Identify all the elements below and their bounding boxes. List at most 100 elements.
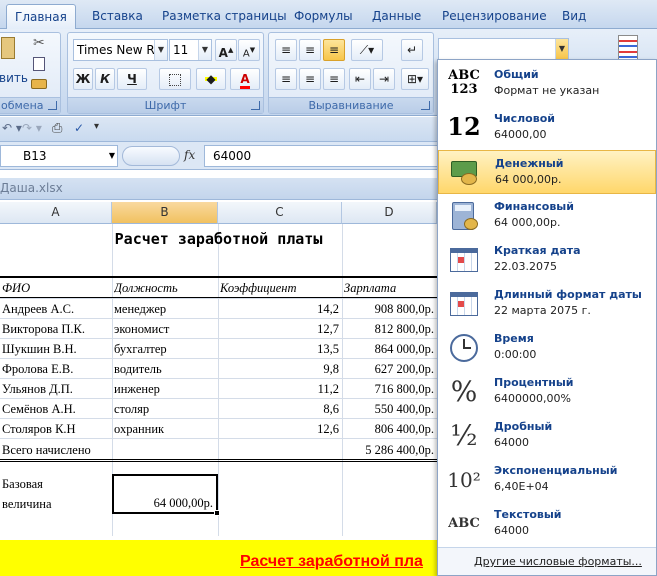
font-launcher-icon[interactable] bbox=[251, 101, 260, 110]
align-right-button[interactable]: ≡ bbox=[323, 68, 345, 90]
decrease-indent-button[interactable]: ⇤ bbox=[349, 68, 371, 90]
chevron-down-icon[interactable]: ▼ bbox=[198, 40, 211, 60]
cell-salary[interactable]: 812 800,0р. bbox=[342, 319, 437, 339]
format-item-accounting[interactable]: Финансовый 64 000,00р. bbox=[438, 194, 656, 238]
paste-icon[interactable] bbox=[1, 37, 15, 59]
base-label-line2[interactable]: величина bbox=[2, 494, 112, 514]
fill-color-button[interactable]: ◆ bbox=[196, 68, 226, 90]
cell-coefficient[interactable]: 13,5 bbox=[218, 339, 342, 359]
wrap-text-button[interactable]: ↵ bbox=[401, 39, 423, 61]
base-label-line1[interactable]: Базовая bbox=[2, 474, 112, 494]
tab-insert[interactable]: Вставка bbox=[90, 4, 145, 29]
align-bottom-button[interactable]: ≡ bbox=[323, 39, 345, 61]
align-left-button[interactable]: ≡ bbox=[275, 68, 297, 90]
cell-position[interactable]: столяр bbox=[114, 399, 218, 419]
format-item-currency[interactable]: Денежный 64 000,00р. bbox=[438, 150, 656, 194]
header-salary[interactable]: Зарплата bbox=[344, 278, 437, 298]
conditional-format-icon[interactable] bbox=[618, 35, 638, 61]
cell-coefficient[interactable]: 11,2 bbox=[218, 379, 342, 399]
format-item-text[interactable]: ABC Текстовый 64000 bbox=[438, 502, 656, 546]
column-header-b[interactable]: B bbox=[112, 202, 218, 224]
clipboard-launcher-icon[interactable] bbox=[48, 101, 57, 110]
name-box[interactable]: B13 ▼ bbox=[0, 145, 118, 167]
base-value[interactable]: 64 000,00р. bbox=[114, 493, 216, 513]
tab-review[interactable]: Рецензирование bbox=[440, 4, 549, 29]
format-item-long-date[interactable]: Длинный формат даты 22 марта 2075 г. bbox=[438, 282, 656, 326]
tab-formulas[interactable]: Формулы bbox=[292, 4, 355, 29]
cell-position[interactable]: экономист bbox=[114, 319, 218, 339]
increase-indent-button[interactable]: ⇥ bbox=[373, 68, 395, 90]
redo-icon[interactable]: ↷ ▾ bbox=[22, 121, 42, 135]
borders-button[interactable] bbox=[159, 68, 191, 90]
cell-salary[interactable]: 550 400,0р. bbox=[342, 399, 437, 419]
format-painter-icon[interactable] bbox=[31, 79, 47, 89]
align-center-button[interactable]: ≡ bbox=[299, 68, 321, 90]
cell-salary[interactable]: 806 400,0р. bbox=[342, 419, 437, 439]
cell-coefficient[interactable]: 9,8 bbox=[218, 359, 342, 379]
fill-handle[interactable] bbox=[214, 510, 220, 516]
cell-position[interactable]: водитель bbox=[114, 359, 218, 379]
cell-name[interactable]: Викторова П.К. bbox=[2, 319, 112, 339]
shrink-font-button[interactable]: A▼ bbox=[238, 39, 260, 61]
cell-name[interactable]: Фролова Е.В. bbox=[2, 359, 112, 379]
grow-font-button[interactable]: A▲ bbox=[215, 39, 237, 61]
chevron-down-icon[interactable]: ▼ bbox=[109, 146, 115, 166]
italic-button[interactable]: К bbox=[95, 68, 115, 90]
column-header-a[interactable]: A bbox=[0, 202, 112, 224]
header-fio[interactable]: ФИО bbox=[2, 278, 112, 298]
column-header-c[interactable]: C bbox=[218, 202, 342, 224]
font-name-combo[interactable]: Times New Rom ▼ bbox=[73, 39, 168, 61]
cell-coefficient[interactable]: 12,6 bbox=[218, 419, 342, 439]
cell-salary[interactable]: 864 000,0р. bbox=[342, 339, 437, 359]
font-color-button[interactable]: A bbox=[230, 68, 260, 90]
spelling-icon[interactable]: ✓ bbox=[74, 121, 84, 135]
tab-data[interactable]: Данные bbox=[370, 4, 423, 29]
tab-home[interactable]: Главная bbox=[6, 4, 76, 30]
customize-qat-icon[interactable]: ▾ bbox=[94, 121, 99, 132]
format-item-fraction[interactable]: ½ Дробный 64000 bbox=[438, 414, 656, 458]
banner-title[interactable]: Расчет заработной пла bbox=[240, 553, 423, 571]
orientation-button[interactable]: ⟋▾ bbox=[351, 39, 383, 61]
bold-button[interactable]: Ж bbox=[73, 68, 93, 90]
format-item-percent[interactable]: % Процентный 6400000,00% bbox=[438, 370, 656, 414]
cell-name[interactable]: Андреев А.С. bbox=[2, 299, 112, 319]
cell-position[interactable]: бухгалтер bbox=[114, 339, 218, 359]
cell-name[interactable]: Семёнов А.Н. bbox=[2, 399, 112, 419]
paste-button[interactable]: вить bbox=[0, 71, 28, 85]
cell-coefficient[interactable]: 8,6 bbox=[218, 399, 342, 419]
format-item-scientific[interactable]: 10² Экспоненциальный 6,40E+04 bbox=[438, 458, 656, 502]
format-item-short-date[interactable]: Краткая дата 22.03.2075 bbox=[438, 238, 656, 282]
font-size-combo[interactable]: 11 ▼ bbox=[169, 39, 212, 61]
cell-salary[interactable]: 716 800,0р. bbox=[342, 379, 437, 399]
cell-coefficient[interactable]: 12,7 bbox=[218, 319, 342, 339]
cut-icon[interactable]: ✂ bbox=[33, 35, 45, 51]
total-label[interactable]: Всего начислено bbox=[2, 440, 112, 460]
tab-page-layout[interactable]: Разметка страницы bbox=[160, 4, 289, 29]
formula-bar-splitter[interactable] bbox=[122, 146, 180, 166]
copy-icon[interactable] bbox=[33, 57, 45, 71]
align-middle-button[interactable]: ≡ bbox=[299, 39, 321, 61]
alignment-launcher-icon[interactable] bbox=[421, 101, 430, 110]
chevron-down-icon[interactable]: ▼ bbox=[555, 39, 568, 59]
header-coefficient[interactable]: Коэффициент bbox=[220, 278, 342, 298]
cell-name[interactable]: Ульянов Д.П. bbox=[2, 379, 112, 399]
number-format-combo[interactable]: ▼ bbox=[438, 38, 569, 60]
cell-salary[interactable]: 627 200,0р. bbox=[342, 359, 437, 379]
chevron-down-icon[interactable]: ▼ bbox=[154, 40, 167, 60]
cell-name[interactable]: Столяров К.Н bbox=[2, 419, 112, 439]
total-value[interactable]: 5 286 400,0р. bbox=[342, 440, 437, 460]
format-item-number[interactable]: 12 Числовой 64000,00 bbox=[438, 106, 656, 150]
format-item-time[interactable]: Время 0:00:00 bbox=[438, 326, 656, 370]
undo-icon[interactable]: ↶ ▾ bbox=[2, 121, 22, 135]
cell-position[interactable]: инженер bbox=[114, 379, 218, 399]
insert-function-icon[interactable]: fx bbox=[184, 148, 195, 162]
format-item-general[interactable]: ABC 123 Общий Формат не указан bbox=[438, 62, 656, 106]
cell-position[interactable]: менеджер bbox=[114, 299, 218, 319]
cell-position[interactable]: охранник bbox=[114, 419, 218, 439]
column-header-d[interactable]: D bbox=[342, 202, 437, 224]
underline-button[interactable]: Ч bbox=[117, 68, 147, 90]
sheet-title[interactable]: Расчет заработной платы bbox=[0, 228, 437, 250]
cell-salary[interactable]: 908 800,0р. bbox=[342, 299, 437, 319]
merge-cells-button[interactable]: ⊞▾ bbox=[401, 68, 429, 90]
align-top-button[interactable]: ≡ bbox=[275, 39, 297, 61]
